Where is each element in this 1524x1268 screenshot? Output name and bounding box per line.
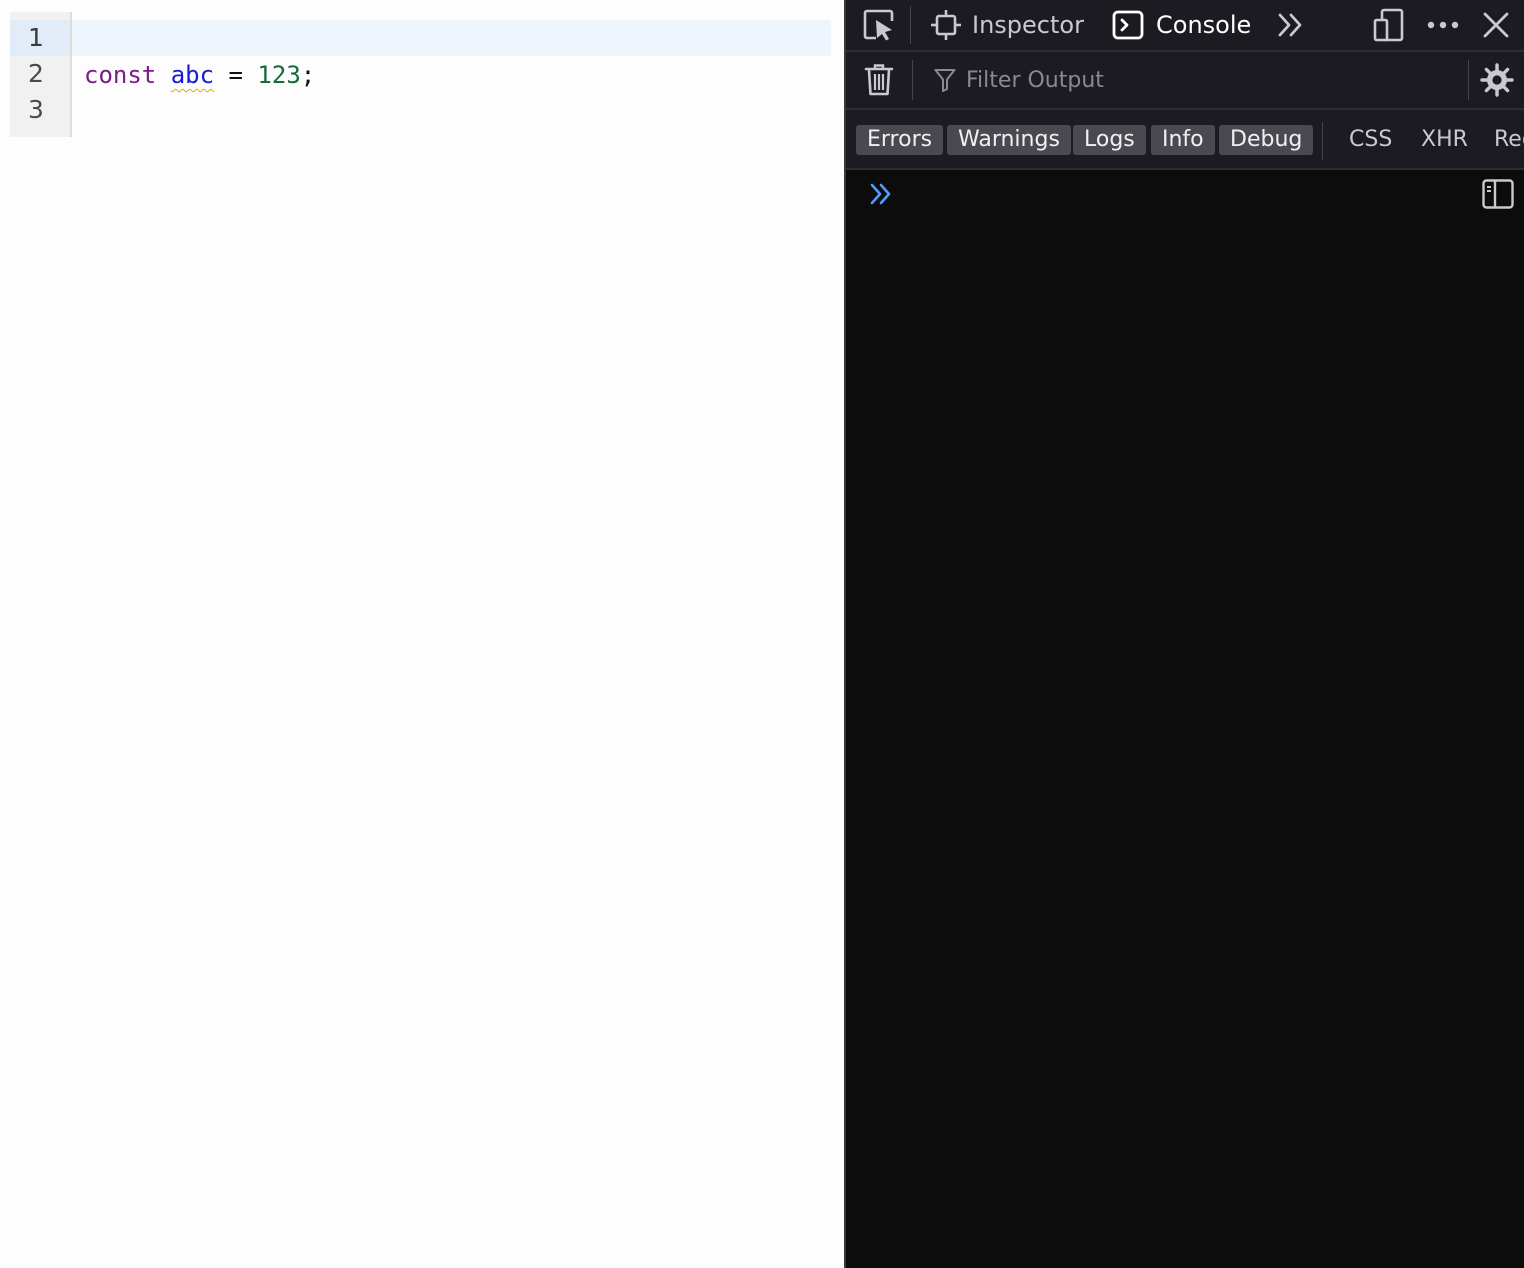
console-settings-gear-icon[interactable] xyxy=(1480,52,1514,108)
active-line-highlight xyxy=(72,20,831,56)
line-number: 3 xyxy=(28,95,44,124)
devtools-toolbar: Inspector Console xyxy=(846,0,1524,52)
close-icon[interactable] xyxy=(1482,0,1510,50)
console-icon xyxy=(1112,9,1144,41)
filter-logs-button[interactable]: Logs xyxy=(1073,125,1146,155)
clear-console-trash-icon[interactable] xyxy=(864,52,894,108)
filter-debug-button[interactable]: Debug xyxy=(1219,125,1314,155)
keyword-token: const xyxy=(84,61,157,89)
toolbar-separator xyxy=(912,60,913,100)
punctuation-token: ; xyxy=(300,61,316,89)
toolbar-separator xyxy=(910,6,911,44)
filter-placeholder: Filter Output xyxy=(966,67,1104,93)
operator-token: = xyxy=(228,61,243,89)
line-number: 2 xyxy=(28,59,44,88)
filter-info-button[interactable]: Info xyxy=(1151,125,1215,155)
filter-requests-button[interactable]: Requests xyxy=(1483,125,1524,155)
filter-css-button[interactable]: CSS xyxy=(1338,125,1403,155)
number-token: 123 xyxy=(257,61,301,89)
tab-label: Console xyxy=(1156,11,1252,39)
tab-console[interactable]: Console xyxy=(1112,0,1251,50)
filter-output-input[interactable]: Filter Output xyxy=(934,52,1464,108)
filter-errors-button[interactable]: Errors xyxy=(856,125,944,155)
variable-token: abc xyxy=(170,61,215,89)
console-filter-bar: Filter Output xyxy=(846,52,1524,110)
inspector-icon xyxy=(930,9,962,41)
filter-warnings-button[interactable]: Warnings xyxy=(947,125,1071,155)
console-prompt-chevron-icon xyxy=(870,182,894,206)
app-root: 1 2 3 const abc = 123; Inspector Console… xyxy=(0,0,1524,1268)
more-options-icon[interactable] xyxy=(1426,0,1460,50)
line-number: 1 xyxy=(28,23,44,52)
log-level-filter-bar: Errors Warnings Logs Info Debug CSS XHR … xyxy=(846,110,1524,170)
console-output[interactable] xyxy=(846,170,1524,1268)
toolbar-separator xyxy=(1322,122,1323,160)
devtools-panel: Inspector Console Filter Output Errors W… xyxy=(844,0,1524,1268)
filter-funnel-icon xyxy=(934,68,956,92)
responsive-design-icon[interactable] xyxy=(1372,0,1406,50)
code-editor[interactable]: 1 2 3 const abc = 123; xyxy=(0,0,844,1268)
tab-label: Inspector xyxy=(972,11,1084,39)
line-number-gutter: 1 2 3 xyxy=(10,12,72,137)
toolbar-separator xyxy=(1468,60,1469,100)
code-line[interactable]: const abc = 123; xyxy=(84,57,315,93)
toggle-sidebar-icon[interactable] xyxy=(1482,179,1514,209)
tab-inspector[interactable]: Inspector xyxy=(930,0,1084,50)
more-tabs-chevron-icon[interactable] xyxy=(1276,0,1306,50)
element-picker-icon[interactable] xyxy=(862,0,896,50)
filter-xhr-button[interactable]: XHR xyxy=(1410,125,1479,155)
